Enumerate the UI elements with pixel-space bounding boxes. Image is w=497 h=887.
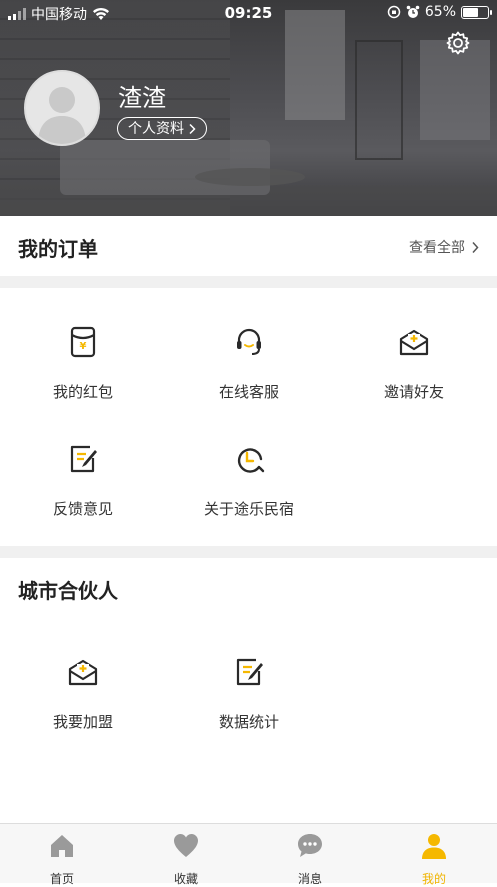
partner-section-title: 城市合伙人 xyxy=(18,579,118,603)
person-icon xyxy=(422,834,446,859)
default-avatar-icon xyxy=(38,87,86,144)
grid-item-statistics[interactable]: 数据统计 xyxy=(166,655,332,732)
grid-item-join[interactable]: 我要加盟 xyxy=(0,655,166,732)
tab-label: 消息 xyxy=(297,872,322,886)
tab-messages[interactable]: 消息 xyxy=(248,832,372,887)
red-packet-icon: ¥ xyxy=(70,326,96,358)
profile-button-label: 个人资料 xyxy=(128,120,184,137)
tab-favorites[interactable]: 收藏 xyxy=(124,832,248,887)
avatar[interactable] xyxy=(24,70,100,146)
home-icon xyxy=(51,835,73,857)
settings-gear-icon[interactable] xyxy=(445,30,471,56)
view-all-label: 查看全部 xyxy=(409,240,465,256)
join-mail-icon xyxy=(68,659,98,686)
username: 渣渣 xyxy=(118,84,166,112)
about-clock-icon xyxy=(237,448,265,473)
tab-label: 收藏 xyxy=(173,872,198,886)
grid-item-label: 关于途乐民宿 xyxy=(203,500,294,518)
grid-item-label: 数据统计 xyxy=(218,713,279,731)
tab-home[interactable]: 首页 xyxy=(0,832,124,887)
bottom-tab-bar: 首页 收藏 消息 我的 xyxy=(0,823,497,886)
grid-item-about[interactable]: 关于途乐民宿 xyxy=(166,442,332,519)
tab-label: 我的 xyxy=(421,872,446,886)
invite-mail-icon xyxy=(399,329,429,356)
grid-item-invite-friends[interactable]: 邀请好友 xyxy=(331,325,497,402)
grid-item-label: 在线客服 xyxy=(218,383,279,401)
headset-icon xyxy=(237,328,261,355)
battery-percent: 65% xyxy=(424,4,456,20)
view-all-orders-link[interactable]: 查看全部 xyxy=(409,237,479,257)
alarm-icon xyxy=(406,5,420,18)
message-icon xyxy=(298,834,322,857)
feedback-edit-icon xyxy=(70,445,97,473)
tab-label: 首页 xyxy=(49,872,74,886)
battery-fill xyxy=(463,7,478,17)
table-decoration xyxy=(195,168,305,186)
grid-item-label: 邀请好友 xyxy=(383,383,444,401)
heart-icon xyxy=(174,834,198,857)
profile-button[interactable]: 个人资料 xyxy=(117,117,207,140)
grid-item-label: 我的红包 xyxy=(52,383,113,401)
orientation-lock-icon xyxy=(387,5,401,19)
stats-edit-icon xyxy=(236,658,263,686)
grid-item-feedback[interactable]: 反馈意见 xyxy=(0,442,166,519)
tab-mine[interactable]: 我的 xyxy=(372,832,496,887)
section-divider xyxy=(0,276,497,288)
battery-icon xyxy=(461,5,492,19)
grid-item-label: 反馈意见 xyxy=(52,500,113,518)
shelf-decoration xyxy=(355,40,403,160)
svg-text:¥: ¥ xyxy=(80,341,87,352)
status-bar: 中国移动 09:25 65% xyxy=(0,0,497,26)
chevron-right-icon xyxy=(189,123,196,134)
section-divider xyxy=(0,546,497,558)
orders-title: 我的订单 xyxy=(18,237,98,261)
window-decoration xyxy=(285,10,345,120)
chevron-right-icon xyxy=(472,241,479,253)
grid-item-red-packet[interactable]: ¥ 我的红包 xyxy=(0,325,166,402)
grid-item-label: 我要加盟 xyxy=(52,713,113,731)
grid-item-online-service[interactable]: 在线客服 xyxy=(166,325,332,402)
orders-section: 我的订单 查看全部 xyxy=(0,216,497,276)
